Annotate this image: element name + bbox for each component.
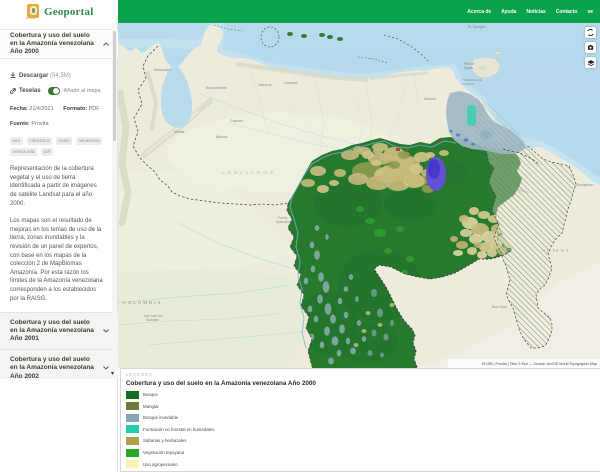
- svg-text:IGVSB | Provita | Tiles © Esri: IGVSB | Provita | Tiles © Esri — Source:…: [482, 362, 597, 366]
- svg-text:Caracas: Caracas: [284, 81, 298, 85]
- svg-text:Barinas: Barinas: [216, 135, 228, 139]
- svg-text:TOBAGO: TOBAGO: [462, 82, 475, 86]
- svg-text:Guaviare: Guaviare: [146, 318, 159, 322]
- svg-text:Barquisimeto: Barquisimeto: [206, 86, 227, 90]
- svg-text:Maturín: Maturín: [424, 97, 436, 101]
- svg-text:Maracaibo: Maracaibo: [154, 68, 171, 72]
- svg-text:Boa Vista: Boa Vista: [492, 305, 507, 309]
- svg-text:Mérida: Mérida: [174, 130, 184, 134]
- svg-text:Ayacucho: Ayacucho: [276, 220, 290, 224]
- svg-text:St. George's: St. George's: [468, 25, 486, 29]
- svg-text:C O L O M B I A: C O L O M B I A: [123, 300, 161, 305]
- svg-text:G U YA N A: G U YA N A: [542, 248, 570, 253]
- svg-text:Guanare: Guanare: [230, 119, 243, 123]
- svg-text:Spain: Spain: [464, 66, 473, 70]
- svg-text:Valencia: Valencia: [258, 83, 272, 87]
- svg-text:Georgetown: Georgetown: [576, 183, 594, 187]
- svg-text:L O S L L A N O S: L O S L L A N O S: [222, 170, 274, 175]
